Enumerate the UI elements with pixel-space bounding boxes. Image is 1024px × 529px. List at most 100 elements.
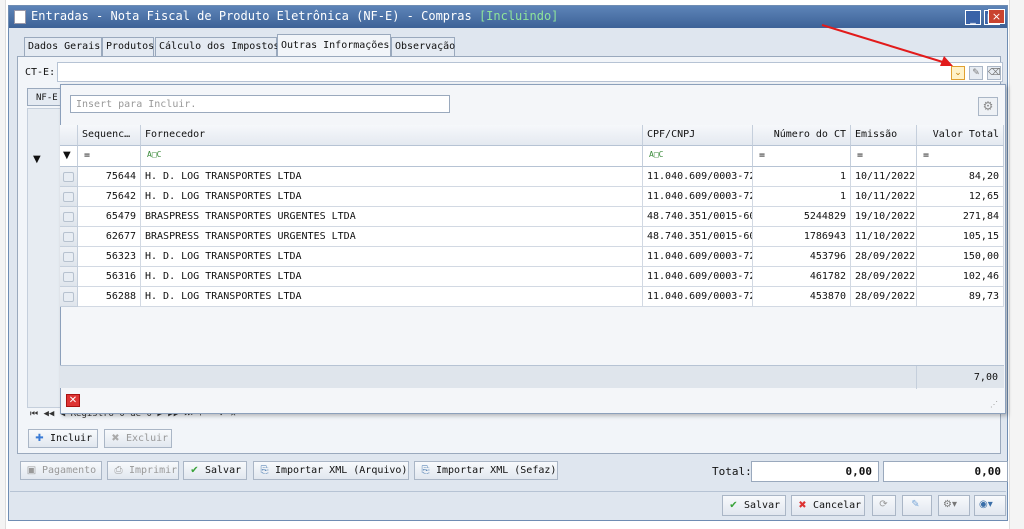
cell-valor-total: 102,46 [917,267,1004,287]
col-header-fornecedor[interactable]: Fornecedor [141,125,643,146]
row-selector-box [63,232,74,242]
cell-numero-ct: 1 [753,167,851,187]
window-close-button[interactable]: × [988,9,1005,24]
cell-cpf-cnpj: 11.040.609/0003-72 [643,247,753,267]
row-selector-box [63,192,74,202]
row-selector-box [63,212,74,222]
importar-xml-arquivo-button[interactable]: ⎘ Importar XML (Arquivo) [253,461,409,480]
bottom-cancelar-label: Cancelar [813,500,862,511]
tab-outras-informacoes[interactable]: Outras Informações [277,34,391,56]
col-header-numero-ct[interactable]: Número do CT [753,125,851,146]
cell-valor-total: 89,73 [917,287,1004,307]
close-popup-icon[interactable]: ✕ [66,394,80,407]
filter-sequencia[interactable]: = [78,146,141,167]
help-menu-button[interactable]: ◉▾ [974,495,1006,516]
cell-sequencia: 56323 [78,247,141,267]
background-edge-left [0,0,6,529]
col-header-cpf-cnpj[interactable]: CPF/CNPJ [643,125,753,146]
incluir-button[interactable]: ✚ Incluir [28,429,98,448]
cell-emissao: 10/11/2022 [851,187,917,207]
nfe-filter-icon[interactable]: ▼ [33,154,45,168]
pagamento-label: Pagamento [42,465,97,476]
cell-fornecedor: H. D. LOG TRANSPORTES LTDA [141,187,643,207]
table-row[interactable]: 56288 H. D. LOG TRANSPORTES LTDA 11.040.60… [60,287,1004,307]
tab-dados-gerais[interactable]: Dados Gerais [24,37,102,56]
row-indicator[interactable] [60,227,78,247]
imprimir-button[interactable]: ⎙ Imprimir [107,461,179,480]
cell-sequencia: 56316 [78,267,141,287]
row-indicator[interactable] [60,267,78,287]
cell-cpf-cnpj: 48.740.351/0015-60 [643,227,753,247]
tab-calculo-impostos[interactable]: Cálculo dos Impostos [155,37,279,56]
cell-emissao: 28/09/2022 [851,247,917,267]
col-header-sequencia[interactable]: Sequenc… [78,125,141,146]
cell-fornecedor: BRASPRESS TRANSPORTES URGENTES LTDA [141,207,643,227]
filter-valor-total[interactable]: = [917,146,1004,167]
cell-numero-ct: 453870 [753,287,851,307]
bottom-salvar-button[interactable]: ✔ Salvar [722,495,786,516]
tab-observacao[interactable]: Observação [391,37,455,56]
row-indicator[interactable] [60,187,78,207]
cancel-x-icon: ✖ [798,500,807,511]
document-edit-icon [14,10,26,24]
cell-fornecedor: BRASPRESS TRANSPORTES URGENTES LTDA [141,227,643,247]
row-indicator[interactable] [60,207,78,227]
insert-input[interactable]: Insert para Incluir. [70,95,450,113]
row-selector-box [63,252,74,262]
cte-edit-button[interactable]: ✎ [969,66,983,80]
footer-total-value: 7,00 [973,372,998,383]
filter-emissao[interactable]: = [851,146,917,167]
total-value-1: 0,00 [751,461,879,482]
cell-emissao: 28/09/2022 [851,267,917,287]
refresh-button[interactable]: ⟳ [872,495,896,516]
importar-xml-sefaz-button[interactable]: ⎘ Importar XML (Sefaz) [414,461,558,480]
resize-grip-icon[interactable]: ⋰ [990,400,998,409]
delete-icon: ✖ [111,433,120,444]
col-header-emissao[interactable]: Emissão [851,125,917,146]
cell-valor-total: 105,15 [917,227,1004,247]
filter-row-icon[interactable]: ▼ [60,146,78,167]
cell-emissao: 19/10/2022 [851,207,917,227]
row-indicator[interactable] [60,287,78,307]
cell-numero-ct: 1 [753,187,851,207]
filter-cpf-cnpj[interactable]: A□C [643,146,753,167]
row-indicator[interactable] [60,167,78,187]
minimize-button[interactable]: _ [965,10,981,25]
cell-numero-ct: 5244829 [753,207,851,227]
tab-produtos[interactable]: Produtos [102,37,154,56]
table-row[interactable]: 56323 H. D. LOG TRANSPORTES LTDA 11.040.60… [60,247,1004,267]
bottom-cancelar-button[interactable]: ✖ Cancelar [791,495,865,516]
gear-icon[interactable]: ⚙ [978,97,998,116]
row-indicator[interactable] [60,247,78,267]
excluir-button[interactable]: ✖ Excluir [104,429,172,448]
salvar-label: Salvar [205,465,242,476]
importar-sefaz-label: Importar XML (Sefaz) [436,465,557,476]
cell-fornecedor: H. D. LOG TRANSPORTES LTDA [141,167,643,187]
tools-button[interactable]: ✎ [902,495,932,516]
settings-menu-button[interactable]: ⚙▾ [938,495,970,516]
cell-sequencia: 75644 [78,167,141,187]
cell-emissao: 28/09/2022 [851,287,917,307]
table-row[interactable]: 56316 H. D. LOG TRANSPORTES LTDA 11.040.60… [60,267,1004,287]
table-row[interactable]: 65479 BRASPRESS TRANSPORTES URGENTES LTDA… [60,207,1004,227]
salvar-button[interactable]: ✔ Salvar [183,461,247,480]
nfe-section-tab[interactable]: NF-E [27,88,61,106]
row-selector-box [63,292,74,302]
cell-valor-total: 271,84 [917,207,1004,227]
table-row[interactable]: 62677 BRASPRESS TRANSPORTES URGENTES LTDA… [60,227,1004,247]
cell-cpf-cnpj: 11.040.609/0003-72 [643,167,753,187]
window-title: Entradas - Nota Fiscal de Produto Eletrô… [31,9,559,23]
col-header-valor-total[interactable]: Valor Total [917,125,1004,146]
cte-clear-button[interactable]: ⌫ [987,66,1001,80]
nfe-grid-strip [27,108,61,408]
row-selector-box [63,172,74,182]
pagamento-button[interactable]: ▣ Pagamento [20,461,102,480]
filter-fornecedor[interactable]: A□C [141,146,643,167]
table-row[interactable]: 75642 H. D. LOG TRANSPORTES LTDA 11.040.60… [60,187,1004,207]
cell-valor-total: 84,20 [917,167,1004,187]
filter-numero-ct[interactable]: = [753,146,851,167]
table-row[interactable]: 75644 H. D. LOG TRANSPORTES LTDA 11.040.60… [60,167,1004,187]
checkmark-icon: ✔ [190,465,199,476]
plus-icon: ✚ [35,433,44,444]
total-value-2: 0,00 [883,461,1008,482]
